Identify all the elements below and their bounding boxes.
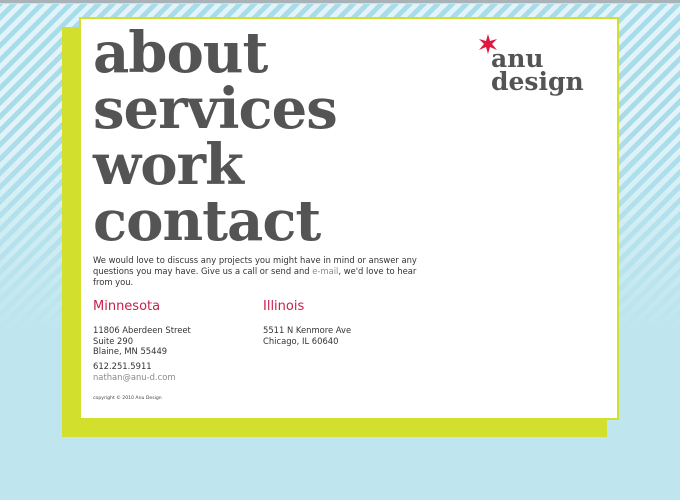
office-email-link[interactable]: nathan@anu-d.com	[93, 372, 175, 382]
address-street: 11806 Aberdeen Street	[93, 325, 191, 335]
browser-top-edge	[0, 0, 680, 4]
contact-intro: We would love to discuss any projects yo…	[93, 255, 433, 288]
nav-contact-link[interactable]: contact	[93, 193, 337, 249]
nav-about-link[interactable]: about	[93, 25, 337, 81]
logo-wordmark: anu design	[491, 46, 584, 96]
nav-work-link[interactable]: work	[93, 137, 337, 193]
address-city: Blaine, MN 55449	[93, 346, 168, 356]
anu-design-logo[interactable]: anu design	[477, 33, 607, 103]
address-street: 5511 N Kenmore Ave	[263, 325, 352, 335]
office-title-minnesota: Minnesota	[93, 299, 161, 314]
nav-services-link[interactable]: services	[93, 81, 338, 137]
address-minnesota: 11806 Aberdeen Street Suite 290 Blaine, …	[93, 325, 191, 357]
phone-number: 612.251.5911	[93, 361, 152, 371]
address-city: Chicago, IL 60640	[263, 335, 339, 346]
main-nav: about services work contact	[93, 25, 338, 249]
address-suite: Suite 290	[93, 335, 134, 346]
copyright-notice: copyright © 2010 Anu Design	[93, 396, 162, 401]
contact-minnesota: 612.251.5911 nathan@anu-d.com	[93, 361, 175, 382]
content-card: about services work contact anu design W…	[79, 17, 619, 420]
email-link[interactable]: e-mail	[312, 266, 338, 276]
logo-line-2: design	[491, 67, 584, 96]
office-title-illinois: Illinois	[263, 299, 305, 314]
address-illinois: 5511 N Kenmore Ave Chicago, IL 60640	[263, 325, 351, 346]
